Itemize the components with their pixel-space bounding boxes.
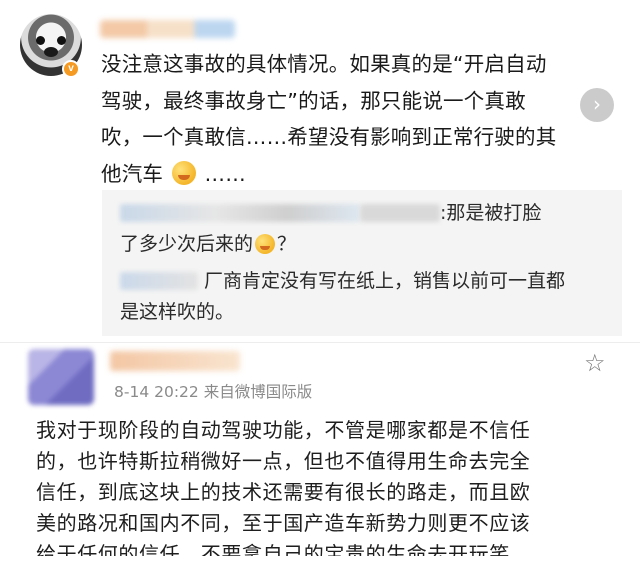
- reply-username-blurred[interactable]: [120, 272, 198, 290]
- reply-text: 是这样吹的。: [120, 301, 235, 323]
- avatar-eye: [36, 36, 45, 45]
- chevron-right-icon[interactable]: ›: [580, 88, 614, 122]
- reply-line: :那是被打脸: [120, 198, 615, 228]
- comment-meta: 8-14 20:22 来自微博国际版: [114, 380, 312, 402]
- reply-text: :那是被打脸: [440, 202, 542, 224]
- reply-line: 厂商肯定没有写在纸上，销售以前可一直都: [120, 266, 615, 296]
- timestamp: 8-14 20:22: [114, 383, 199, 401]
- comment-line-tail: ……: [204, 161, 246, 186]
- comment-line: 没注意这事故的具体情况。如果真的是“开启自动: [101, 52, 547, 76]
- comment-line: 信任，到底这块上的技术还需要有很长的路走，而且欧: [36, 480, 531, 504]
- laughing-face-emoji-icon: [255, 234, 276, 254]
- comment-line: 美的路况和国内不同，至于国产造车新势力则更不应该: [36, 511, 531, 535]
- reply-line: 是这样吹的。: [120, 297, 615, 327]
- user-avatar[interactable]: [28, 349, 94, 405]
- comment-line: 他汽车 ……: [101, 156, 601, 193]
- bottom-crop-edge: [0, 556, 640, 569]
- reply-text: 了多少次后来的: [120, 233, 254, 255]
- reply-username-blurred[interactable]: [120, 204, 360, 222]
- laughing-face-emoji-icon: [171, 160, 196, 185]
- username-blurred[interactable]: [110, 351, 240, 371]
- comment-line-text: 他汽车: [101, 161, 164, 186]
- reply-text: ？: [277, 233, 297, 255]
- comment-text: 没注意这事故的具体情况。如果真的是“开启自动 驾驶，最终事故身亡”的话，那只能说…: [101, 46, 601, 192]
- avatar-eye: [57, 36, 66, 45]
- comment-line: 吹，一个真敢信……希望没有影响到正常行驶的其: [101, 125, 557, 149]
- verified-badge-icon: v: [62, 60, 80, 78]
- comment-text: 我对于现阶段的自动驾驶功能，不管是哪家都是不信任 的，也许特斯拉稍微好一点，但也…: [36, 415, 622, 569]
- comment-card-1: v 没注意这事故的具体情况。如果真的是“开启自动 驾驶，最终事故身亡”的话，那只…: [0, 0, 640, 340]
- comment-line: 我对于现阶段的自动驾驶功能，不管是哪家都是不信任: [36, 418, 531, 442]
- comment-line: 的，也许特斯拉稍微好一点，但也不值得用生命去完全: [36, 449, 531, 473]
- reply-thread[interactable]: :那是被打脸 了多少次后来的 ？ 厂商肯定没有写在纸上，销售以前可一直都 是这样吹…: [102, 190, 622, 336]
- reply-line: 了多少次后来的 ？: [120, 229, 615, 259]
- username-blurred[interactable]: [100, 20, 235, 38]
- comment-card-2: 8-14 20:22 来自微博国际版 ☆ 我对于现阶段的自动驾驶功能，不管是哪家…: [0, 343, 640, 569]
- reply-target-blurred: [360, 204, 440, 222]
- star-outline-icon[interactable]: ☆: [584, 349, 606, 377]
- avatar-nose: [44, 47, 58, 57]
- source-label: 来自微博国际版: [203, 383, 313, 401]
- reply-text: 厂商肯定没有写在纸上，销售以前可一直都: [204, 270, 566, 292]
- comment-line: 驾驶，最终事故身亡”的话，那只能说一个真敢: [101, 88, 526, 113]
